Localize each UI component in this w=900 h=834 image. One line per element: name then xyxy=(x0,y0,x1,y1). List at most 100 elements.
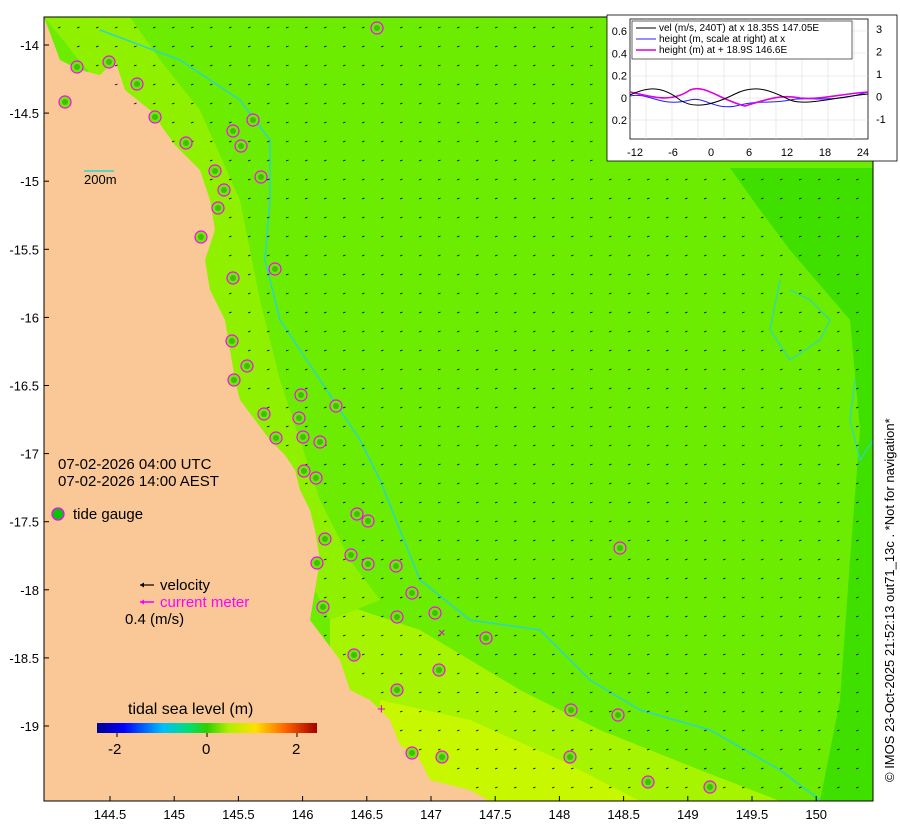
station-plus-marker: + xyxy=(377,701,386,718)
x-tick-label: 145 xyxy=(163,807,185,822)
x-tick-label: 146.5 xyxy=(351,807,384,822)
inset-left-tick: 0.4 xyxy=(612,48,627,60)
tide-gauge-center xyxy=(74,64,80,70)
tide-gauge-center xyxy=(394,614,400,620)
tide-gauge-center xyxy=(238,143,244,149)
tide-gauge-center xyxy=(261,411,267,417)
timeseries-inset: 0.6 0.4 0.2 0 0.2 3 2 1 0 -1 -12 -6 0 6 12 18 24 vel (… xyxy=(606,14,898,162)
tide-gauge-center xyxy=(258,174,264,180)
colorbar-tick-0: 0 xyxy=(202,741,210,758)
tide-gauge-center xyxy=(320,604,326,610)
tide-gauge-center xyxy=(273,435,279,441)
colorbar-tick-2: 2 xyxy=(292,741,300,758)
inset-right-tick: 2 xyxy=(876,47,882,59)
inset-right-tick: 0 xyxy=(876,92,882,104)
tide-gauge-center xyxy=(439,754,445,760)
x-tick-label: 147.5 xyxy=(479,807,512,822)
tide-gauge-center xyxy=(322,536,328,542)
velocity-scale-label: 0.4 (m/s) xyxy=(125,611,184,628)
time-utc: 07-02-2026 04:00 UTC xyxy=(58,456,212,473)
y-tick-label: -16.5 xyxy=(9,379,39,394)
inset-x-tick: 18 xyxy=(819,147,831,159)
colorbar xyxy=(97,723,317,733)
inset-x-tick: -6 xyxy=(668,147,678,159)
inset-right-tick: 1 xyxy=(876,69,882,81)
x-tick-label: 148.5 xyxy=(607,807,640,822)
inset-legend-entry: height (m, scale at right) at x xyxy=(659,34,785,45)
y-tick-label: -15.5 xyxy=(9,242,39,257)
tide-gauge-legend-icon xyxy=(51,507,65,521)
tide-gauge-center xyxy=(230,275,236,281)
tide-gauge-center xyxy=(354,511,360,517)
y-axis-ticks: -14 -14.5 -15 -15.5 -16 -16.5 -17 -17.5 -18 -18.5… xyxy=(9,38,49,734)
tide-gauge-center xyxy=(231,377,237,383)
tide-gauge-center xyxy=(244,363,250,369)
y-tick-label: -18.5 xyxy=(9,651,39,666)
tide-gauge-center xyxy=(348,552,354,558)
velocity-legend-label: velocity xyxy=(160,577,211,594)
tidal-map: × + 144.5 145 145.5 146 146.5 147 147.5 148 148.… xyxy=(9,14,898,822)
inset-left-tick: 0.6 xyxy=(612,26,627,38)
inset-x-tick: 0 xyxy=(708,147,714,159)
tide-gauge-center xyxy=(313,475,319,481)
credit-text: © IMOS 23-Oct-2025 21:52:13 out71_13c . … xyxy=(882,418,897,782)
tide-gauge-center xyxy=(351,652,357,658)
tide-gauge-center xyxy=(409,590,415,596)
inset-legend-entry: height (m) at + 18.9S 146.6E xyxy=(659,45,787,56)
inset-x-tick: -12 xyxy=(627,147,643,159)
y-tick-label: -19 xyxy=(20,719,39,734)
tide-gauge-center xyxy=(365,561,371,567)
inset-right-tick: -1 xyxy=(876,114,886,126)
inset-left-tick: 0 xyxy=(621,93,627,105)
inset-x-tick: 6 xyxy=(746,147,752,159)
tide-gauge-center xyxy=(221,187,227,193)
tide-gauge-center xyxy=(374,25,380,31)
tide-gauge-center xyxy=(707,784,713,790)
tide-gauge-center xyxy=(212,168,218,174)
tide-gauge-center xyxy=(272,266,278,272)
tide-gauge-center xyxy=(152,114,158,120)
tide-gauge-center xyxy=(301,468,307,474)
tide-gauge-center xyxy=(183,140,189,146)
y-tick-label: -16 xyxy=(20,310,39,325)
y-tick-label: -17 xyxy=(20,447,39,462)
tide-gauge-center xyxy=(230,128,236,134)
tide-gauge-center xyxy=(250,117,256,123)
tide-gauge-legend-label: tide gauge xyxy=(73,506,143,523)
tide-gauge-center xyxy=(300,434,306,440)
tide-gauge-center xyxy=(645,779,651,785)
x-tick-label: 144.5 xyxy=(94,807,127,822)
x-tick-label: 145.5 xyxy=(222,807,255,822)
tide-gauge-center xyxy=(365,518,371,524)
tide-gauge-center xyxy=(568,707,574,713)
tide-gauge-center xyxy=(62,99,68,105)
x-tick-label: 148 xyxy=(549,807,571,822)
y-tick-label: -14 xyxy=(20,38,39,53)
tide-gauge-center xyxy=(394,687,400,693)
tide-gauge-center xyxy=(229,338,235,344)
tide-gauge-center xyxy=(298,392,304,398)
inset-legend-entry: vel (m/s, 240T) at x 18.35S 147.05E xyxy=(659,23,819,34)
time-local: 07-02-2026 14:00 AEST xyxy=(58,473,219,490)
y-tick-label: -17.5 xyxy=(9,515,39,530)
y-tick-label: -18 xyxy=(20,583,39,598)
x-tick-label: 150 xyxy=(805,807,827,822)
inset-x-tick: 24 xyxy=(857,147,869,159)
x-tick-label: 149 xyxy=(677,807,699,822)
tide-gauge-center xyxy=(106,59,112,65)
tide-gauge-center xyxy=(317,439,323,445)
colorbar-title: tidal sea level (m) xyxy=(128,701,253,718)
x-tick-label: 149.5 xyxy=(736,807,769,822)
tide-gauge-center xyxy=(483,635,489,641)
inset-left-tick: 0.2 xyxy=(612,115,627,127)
current-meter-legend-label: current meter xyxy=(160,594,249,611)
tide-gauge-center xyxy=(314,560,320,566)
inset-left-tick: 0.2 xyxy=(612,71,627,83)
x-tick-label: 147 xyxy=(420,807,442,822)
tide-gauge-center xyxy=(333,403,339,409)
y-tick-label: -14.5 xyxy=(9,106,39,121)
colorbar-tick-neg2: -2 xyxy=(108,741,121,758)
tide-gauge-center xyxy=(134,81,140,87)
tide-gauge-center xyxy=(617,545,623,551)
tide-gauge-center xyxy=(436,667,442,673)
